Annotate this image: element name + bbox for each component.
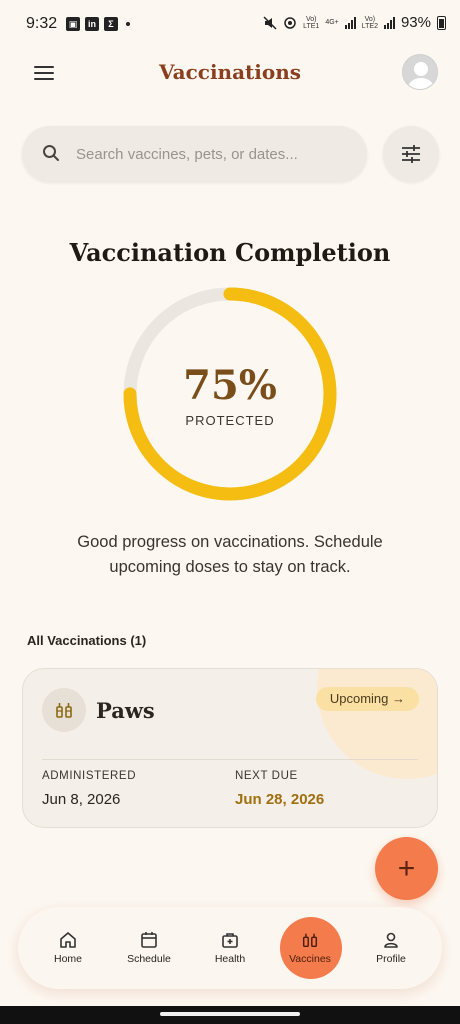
avatar[interactable] <box>402 54 438 90</box>
arrow-right-icon: → <box>392 691 405 706</box>
system-icons: Vo) LTE1 4G+ Vo) LTE2 93% <box>263 14 446 31</box>
nav-health-label: Health <box>214 953 246 965</box>
status-bar: 9:32 ▣ in Σ Vo) LTE1 4G+ Vo) LTE2 93% <box>0 0 460 50</box>
battery-percent: 93% <box>400 14 431 31</box>
nav-vaccines-label: Vaccines <box>289 953 331 965</box>
signal-2-icon <box>383 16 395 29</box>
system-nav-bar <box>0 1006 460 1024</box>
next-due-date: Jun 28, 2026 <box>235 791 325 808</box>
progress-message: Good progress on vaccinations. Schedule … <box>77 533 383 576</box>
card-decoration <box>317 669 437 779</box>
plus-icon: + <box>397 851 416 885</box>
bottom-navigation: Home Schedule Health Vaccines Profile <box>18 907 442 989</box>
next-due-label: NEXT DUE <box>235 770 298 782</box>
syringe-icon <box>56 703 72 718</box>
vaccination-card[interactable]: Paws Upcoming → ADMINISTERED Jun 8, 2026… <box>22 668 438 828</box>
nav-health[interactable]: Health <box>190 907 270 989</box>
add-vaccination-button[interactable]: + <box>375 837 438 900</box>
search-icon <box>43 145 59 161</box>
home-indicator[interactable] <box>160 1012 300 1016</box>
syringe-icon <box>302 933 318 948</box>
list-header: All Vaccinations (1) <box>27 633 147 648</box>
home-icon <box>60 932 76 948</box>
card-divider <box>42 759 418 760</box>
person-icon <box>384 932 398 948</box>
nav-profile-label: Profile <box>376 953 406 965</box>
vaccine-avatar <box>42 688 86 732</box>
administered-label: ADMINISTERED <box>42 770 137 782</box>
notification-icons: ▣ in Σ <box>66 17 130 31</box>
person-avatar-icon <box>407 62 435 89</box>
battery-icon <box>437 15 446 30</box>
nav-schedule-label: Schedule <box>127 953 171 965</box>
network-type: 4G+ <box>325 19 339 26</box>
filter-button[interactable] <box>383 126 439 182</box>
nav-home[interactable]: Home <box>28 907 108 989</box>
nav-vaccines[interactable]: Vaccines <box>270 907 350 989</box>
signal-1-icon <box>344 16 356 29</box>
linkedin-notification-icon: in <box>85 17 99 31</box>
sim1-indicator: Vo) LTE1 <box>303 15 320 30</box>
sigma-notification-icon: Σ <box>104 17 118 31</box>
status-badge: Upcoming → <box>315 687 419 711</box>
sim2-indicator: Vo) LTE2 <box>361 15 378 30</box>
nav-profile[interactable]: Profile <box>351 907 431 989</box>
app-header: Vaccinations <box>0 50 460 96</box>
more-notifications-icon <box>126 22 130 26</box>
sliders-icon <box>402 145 420 163</box>
status-label: Upcoming <box>329 691 389 706</box>
completion-status: PROTECTED <box>185 413 275 428</box>
calendar-icon <box>141 932 157 948</box>
nav-home-label: Home <box>53 953 82 965</box>
search-bar <box>22 126 367 182</box>
hotspot-icon <box>284 16 296 29</box>
pet-name: Paws <box>96 698 155 723</box>
completion-percent: 75% <box>183 362 277 409</box>
image-notification-icon: ▣ <box>66 17 80 31</box>
page-title: Vaccinations <box>158 60 302 84</box>
administered-date: Jun 8, 2026 <box>42 791 121 808</box>
search-input[interactable] <box>76 143 346 165</box>
completion-title: Vaccination Completion <box>69 238 391 267</box>
mute-icon <box>263 15 277 30</box>
medical-kit-icon <box>222 933 238 948</box>
status-time: 9:32 <box>26 15 58 32</box>
nav-schedule[interactable]: Schedule <box>109 907 189 989</box>
